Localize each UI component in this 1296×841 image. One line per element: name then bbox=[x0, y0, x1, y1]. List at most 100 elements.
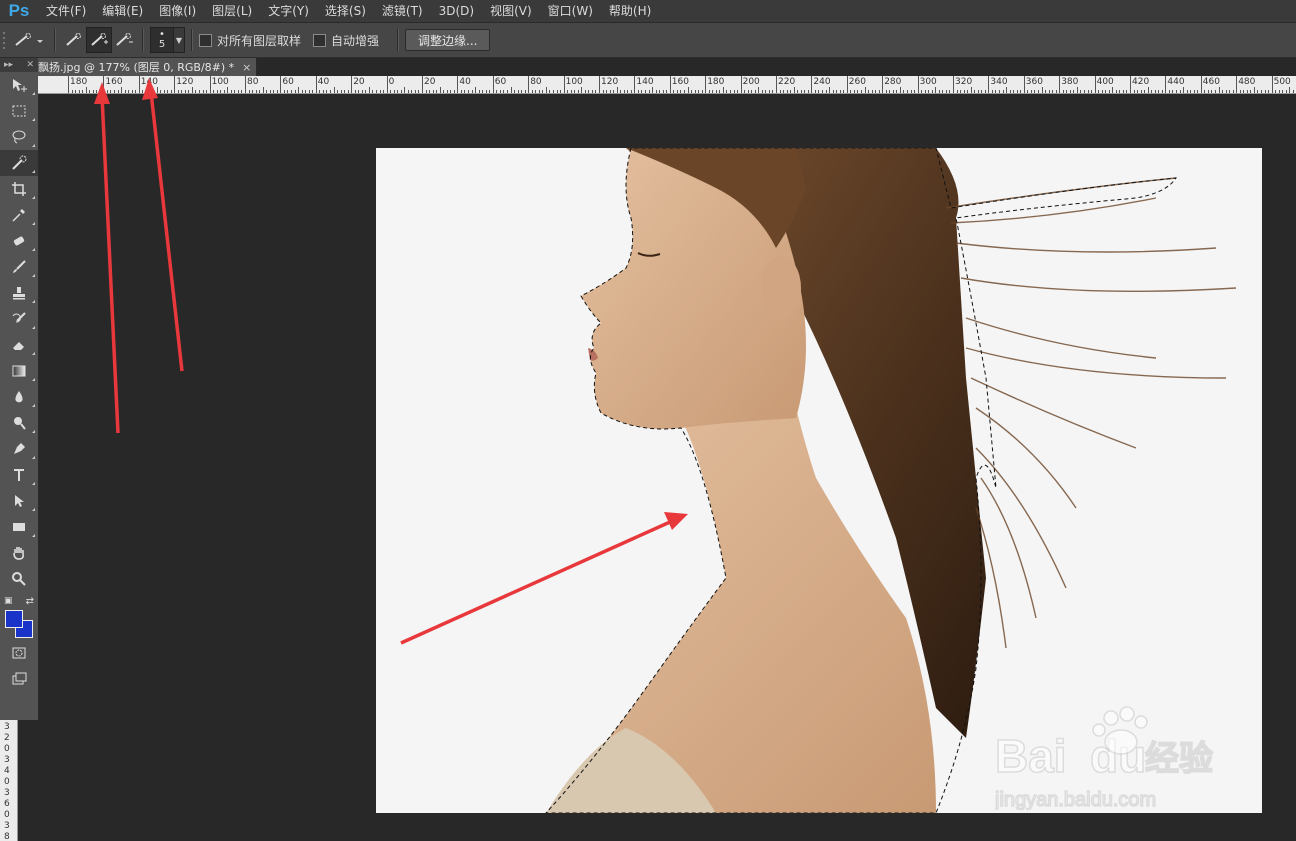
tool-pen[interactable] bbox=[0, 436, 38, 462]
document-tab[interactable]: 飘扬.jpg @ 177% (图层 0, RGB/8#) * × bbox=[38, 58, 257, 76]
ruler-tick bbox=[531, 90, 533, 93]
ruler-tick bbox=[273, 90, 275, 93]
ruler-tick bbox=[191, 87, 193, 93]
screen-mode-icon bbox=[12, 672, 27, 685]
tool-blur[interactable] bbox=[0, 384, 38, 410]
menu-filter[interactable]: 滤镜(T) bbox=[374, 0, 431, 22]
ruler-tick bbox=[570, 90, 572, 93]
ruler-tick bbox=[340, 90, 342, 93]
ruler-tick bbox=[361, 90, 363, 93]
ruler-tick bbox=[1037, 90, 1039, 93]
ruler-tick bbox=[315, 76, 317, 93]
default-colors-icon[interactable]: ▣ bbox=[4, 596, 13, 606]
sample-all-layers-checkbox[interactable] bbox=[199, 33, 212, 47]
tool-quick-selection[interactable] bbox=[0, 150, 38, 176]
brush-size-picker[interactable]: • 5 bbox=[150, 27, 174, 53]
sample-all-layers-option[interactable]: 对所有图层取样 bbox=[199, 32, 301, 49]
tools-panel-header[interactable]: ▸▸ ✕ bbox=[0, 58, 38, 72]
ruler-tick bbox=[329, 90, 331, 93]
ruler-tick bbox=[1059, 76, 1061, 93]
ruler-tick bbox=[255, 90, 257, 93]
close-panel-icon[interactable]: ✕ bbox=[26, 60, 34, 70]
tool-clone-stamp[interactable] bbox=[0, 280, 38, 306]
tool-brush[interactable] bbox=[0, 254, 38, 280]
ruler-tick bbox=[344, 90, 346, 93]
ruler-tick bbox=[181, 90, 183, 93]
tool-crop[interactable] bbox=[0, 176, 38, 202]
swap-colors-icon[interactable]: ⇄ bbox=[26, 596, 34, 607]
ruler-tick bbox=[1006, 87, 1008, 93]
tool-healing-brush[interactable] bbox=[0, 228, 38, 254]
ruler-tick bbox=[1091, 90, 1093, 93]
tool-history-brush[interactable] bbox=[0, 306, 38, 332]
menu-image[interactable]: 图像(I) bbox=[151, 0, 204, 22]
ruler-tick bbox=[577, 90, 579, 93]
quick-selection-icon bbox=[12, 155, 27, 170]
tool-marquee[interactable] bbox=[0, 98, 38, 124]
menu-view[interactable]: 视图(V) bbox=[482, 0, 540, 22]
tool-rectangle[interactable] bbox=[0, 514, 38, 540]
auto-enhance-checkbox[interactable] bbox=[313, 33, 327, 47]
menu-file[interactable]: 文件(F) bbox=[38, 0, 94, 22]
quick-mask-button[interactable] bbox=[0, 640, 38, 666]
ruler-tick bbox=[662, 90, 664, 93]
chevron-down-icon[interactable]: ▼ bbox=[174, 27, 185, 53]
ruler-tick bbox=[521, 90, 523, 93]
menu-window[interactable]: 窗口(W) bbox=[540, 0, 601, 22]
tool-hand[interactable] bbox=[0, 540, 38, 566]
ruler-tick bbox=[291, 90, 293, 93]
ruler-tick bbox=[468, 90, 470, 93]
ruler-tick bbox=[1112, 87, 1114, 93]
menu-help[interactable]: 帮助(H) bbox=[601, 0, 659, 22]
tool-dodge[interactable] bbox=[0, 410, 38, 436]
ruler-tick bbox=[478, 90, 480, 93]
eyedropper-icon bbox=[12, 209, 25, 222]
subtract-from-selection-button[interactable] bbox=[112, 28, 136, 52]
menu-type[interactable]: 文字(Y) bbox=[260, 0, 317, 22]
ruler-tick bbox=[1186, 90, 1188, 93]
menu-select[interactable]: 选择(S) bbox=[317, 0, 374, 22]
tool-gradient[interactable] bbox=[0, 358, 38, 384]
tool-lasso[interactable] bbox=[0, 124, 38, 150]
menu-3d[interactable]: 3D(D) bbox=[431, 0, 482, 22]
ruler-tick bbox=[1292, 90, 1294, 93]
tool-eyedropper[interactable] bbox=[0, 202, 38, 228]
horizontal-ruler[interactable]: 180 160 140 120 100 80 60 40 20 0 20 40 60 80 100 120 14… bbox=[38, 76, 1296, 94]
ruler-tick bbox=[836, 90, 838, 93]
ruler-tick bbox=[393, 90, 395, 93]
ruler-label: 280 bbox=[884, 77, 902, 87]
ruler-tick bbox=[110, 90, 112, 93]
add-to-selection-button[interactable] bbox=[86, 27, 112, 53]
tool-move[interactable] bbox=[0, 72, 38, 98]
menu-edit[interactable]: 编辑(E) bbox=[94, 0, 151, 22]
screen-mode-button[interactable] bbox=[0, 666, 38, 692]
vertical-ruler[interactable]: 32034036038 bbox=[0, 720, 18, 841]
menu-layer[interactable]: 图层(L) bbox=[204, 0, 260, 22]
ruler-tick bbox=[1197, 90, 1199, 93]
ruler-tick bbox=[1257, 90, 1259, 93]
ruler-tick bbox=[910, 90, 912, 93]
rectangle-icon bbox=[13, 523, 25, 531]
new-selection-button[interactable] bbox=[62, 28, 86, 52]
ruler-tick bbox=[737, 90, 739, 93]
foreground-color-swatch[interactable] bbox=[5, 610, 23, 628]
tool-zoom[interactable] bbox=[0, 566, 38, 592]
ruler-tick bbox=[1062, 90, 1064, 93]
tool-preset-picker[interactable] bbox=[8, 28, 48, 52]
ruler-tick bbox=[1080, 90, 1082, 93]
ruler-tick bbox=[446, 90, 448, 93]
expand-panel-icon[interactable]: ▸▸ bbox=[4, 60, 13, 70]
refine-edge-button[interactable]: 调整边缘... bbox=[405, 29, 491, 51]
ruler-tick bbox=[213, 90, 215, 93]
tool-path-selection[interactable] bbox=[0, 488, 38, 514]
options-grip[interactable] bbox=[0, 28, 8, 52]
tool-eraser[interactable] bbox=[0, 332, 38, 358]
ruler-tick bbox=[1253, 87, 1255, 93]
ruler-tick bbox=[779, 90, 781, 93]
ruler-tick bbox=[535, 90, 537, 93]
close-icon[interactable]: × bbox=[242, 61, 251, 74]
tool-type[interactable] bbox=[0, 462, 38, 488]
ruler-tick bbox=[528, 76, 530, 93]
watermark-cn: 经验 bbox=[1145, 739, 1213, 779]
auto-enhance-option[interactable]: 自动增强 bbox=[313, 32, 379, 49]
